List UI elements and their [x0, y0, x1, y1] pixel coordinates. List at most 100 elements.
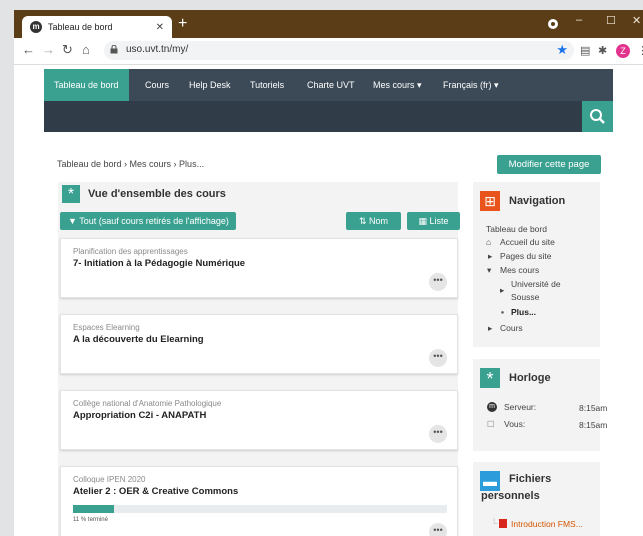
course-card[interactable]: Colloque IPEN 2020 Atelier 2 : OER & Cre… [60, 466, 458, 536]
filter-dropdown-button[interactable]: ▼ Tout (sauf cours retirés de l'affichag… [60, 212, 236, 230]
main-navbar: Tableau de bord Cours Help Desk Tutoriel… [44, 69, 613, 101]
home-icon: ⌂ [486, 237, 492, 247]
nav-tree-site-home[interactable]: Accueil du site [500, 237, 555, 247]
browser-tab-strip: m Tableau de bord ✕ + – ☐ ✕ [14, 10, 643, 38]
block-title: Vue d'ensemble des cours [88, 188, 226, 200]
browser-tab[interactable]: m Tableau de bord ✕ [22, 16, 172, 38]
files-title: Fichiers [509, 473, 552, 485]
course-actions-button[interactable]: ••• [429, 425, 447, 443]
course-category: Planification des apprentissages [73, 247, 188, 256]
nav-tree-dashboard[interactable]: Tableau de bord [486, 224, 547, 234]
reload-icon[interactable]: ↻ [62, 43, 73, 57]
tab-title: Tableau de bord [48, 22, 113, 32]
browser-window: m Tableau de bord ✕ + – ☐ ✕ ← → ↻ ⌂ uso.… [14, 10, 643, 536]
search-button[interactable] [582, 101, 613, 132]
nav-courses[interactable]: Cours [145, 69, 169, 101]
breadcrumb[interactable]: Tableau de bord › Mes cours › Plus... [57, 159, 204, 169]
course-name[interactable]: Appropriation C2i - ANAPATH [73, 410, 206, 421]
chevron-right-icon: ▸ [500, 285, 505, 295]
home-icon[interactable]: ⌂ [82, 43, 90, 57]
clock-title: Horloge [509, 372, 551, 384]
navigation-title: Navigation [509, 195, 566, 207]
asterisk-icon: * [480, 368, 500, 389]
extensions-icon[interactable]: ✱ [598, 44, 607, 57]
sort-label: Nom [369, 216, 389, 226]
nav-charter[interactable]: Charte UVT [307, 69, 355, 101]
user-time-label: Vous: [504, 419, 526, 429]
lock-icon [110, 45, 118, 54]
edit-page-button[interactable]: Modifier cette page [497, 155, 601, 174]
nav-language[interactable]: Français ‎(fr)‎ ▾ [443, 69, 499, 101]
course-card[interactable]: Planification des apprentissages 7- Init… [60, 238, 458, 298]
chevron-down-icon: ▾ [487, 265, 492, 275]
private-files-block: ▬ Fichiers personnels └ Introduction FMS… [473, 462, 600, 536]
tab-close-icon[interactable]: ✕ [156, 22, 164, 33]
reader-icon[interactable]: ▤ [580, 44, 590, 57]
profile-avatar[interactable]: Z [616, 44, 630, 58]
course-progress-fill [73, 505, 115, 513]
grid-icon: ▦ [418, 216, 427, 226]
moodle-favicon-icon: m [30, 21, 42, 33]
course-actions-button[interactable]: ••• [429, 273, 447, 291]
chevron-right-icon: ▸ [488, 323, 493, 333]
search-icon [590, 109, 605, 124]
file-link[interactable]: Introduction FMS... [511, 519, 583, 529]
course-name[interactable]: 7- Initiation à la Pédagogie Numérique [73, 258, 245, 269]
server-label: Serveur: [504, 402, 537, 412]
user-time: 8:15am [579, 420, 608, 430]
user-avatar-icon: ☐ [487, 419, 495, 429]
record-indicator-icon[interactable] [548, 19, 558, 29]
nav-tutorials[interactable]: Tutoriels [250, 69, 284, 101]
pdf-file-icon [499, 519, 507, 528]
nav-tree-site-pages[interactable]: Pages du site [500, 251, 552, 261]
address-bar[interactable]: uso.uvt.tn/my/ ★ [104, 41, 574, 60]
server-icon: m [487, 402, 497, 412]
course-actions-button[interactable]: ••• [429, 349, 447, 367]
view-list-button[interactable]: ▦ Liste [407, 212, 460, 230]
course-category: Espaces Elearning [73, 323, 140, 332]
filter-label: Tout (sauf cours retirés de l'affichage) [79, 216, 229, 226]
course-card[interactable]: Espaces Elearning A la découverte du Ele… [60, 314, 458, 374]
course-category: Colloque IPEN 2020 [73, 475, 146, 484]
course-overview-block: * Vue d'ensemble des cours ▼ Tout (sauf … [58, 182, 460, 536]
nav-tree-university-line2[interactable]: Sousse [511, 292, 539, 302]
nav-tree-more[interactable]: Plus... [511, 307, 536, 317]
clock-block: * Horloge m Serveur: 8:15am ☐ Vous: 8:15… [473, 359, 607, 451]
forward-icon[interactable]: → [42, 43, 55, 57]
sitemap-icon: ⊞ [480, 191, 500, 211]
nav-my-courses[interactable]: Mes cours ▾ [373, 69, 422, 101]
sort-icon: ⇅ [358, 216, 367, 226]
bookmark-star-icon[interactable]: ★ [556, 42, 568, 58]
course-name[interactable]: A la découverte du Elearning [73, 334, 204, 345]
tree-branch-icon: └ [491, 518, 498, 528]
folder-icon: ▬ [480, 471, 500, 491]
new-tab-button[interactable]: + [178, 16, 187, 32]
course-progress-bar [73, 505, 447, 513]
maximize-icon[interactable]: ☐ [606, 14, 616, 27]
course-name[interactable]: Atelier 2 : OER & Creative Commons [73, 486, 238, 497]
back-icon[interactable]: ← [22, 43, 35, 57]
nav-tree-university[interactable]: Université de [511, 279, 561, 289]
close-window-icon[interactable]: ✕ [632, 14, 641, 27]
menu-icon[interactable]: ⋮ [637, 44, 643, 57]
course-category: Collège national d'Anatomie Pathologique [73, 399, 222, 408]
navigation-block: ⊞ Navigation Tableau de bord ⌂ Accueil d… [473, 182, 600, 347]
view-label: Liste [429, 216, 449, 226]
nav-tree-courses[interactable]: Cours [500, 323, 523, 333]
nav-dashboard[interactable]: Tableau de bord [44, 69, 129, 101]
course-progress-text: 11 % terminé [73, 517, 108, 523]
course-actions-button[interactable]: ••• [429, 523, 447, 536]
browser-toolbar: ← → ↻ ⌂ uso.uvt.tn/my/ ★ ▤ ✱ Z ⋮ [14, 38, 643, 65]
page-content: Tableau de bord Cours Help Desk Tutoriel… [14, 65, 643, 536]
nav-help-desk[interactable]: Help Desk [189, 69, 231, 101]
filter-icon: ▼ [68, 216, 77, 226]
nav-tree-my-courses[interactable]: Mes cours [500, 265, 539, 275]
server-time: 8:15am [579, 403, 608, 413]
block-header: * Vue d'ensemble des cours [58, 182, 458, 206]
sort-by-name-button[interactable]: ⇅ Nom [346, 212, 401, 230]
minimize-icon[interactable]: – [576, 14, 582, 26]
course-card[interactable]: Collège national d'Anatomie Pathologique… [60, 390, 458, 450]
asterisk-icon: * [62, 185, 80, 203]
files-title-line2: personnels [481, 490, 540, 502]
chevron-right-icon: ▸ [488, 251, 493, 261]
